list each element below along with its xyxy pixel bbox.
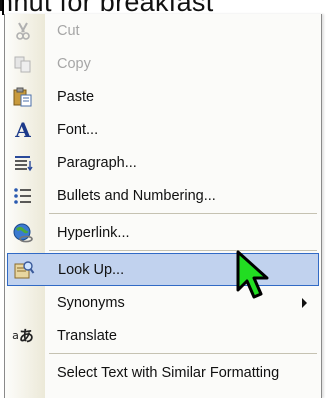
- menu-item-copy[interactable]: Copy: [7, 47, 319, 80]
- menu-item-font[interactable]: A Font...: [7, 113, 319, 146]
- text-caret: [2, 0, 4, 15]
- lookup-icon: [12, 258, 36, 282]
- menu-item-label: Bullets and Numbering...: [57, 187, 216, 204]
- menu-item-label: Hyperlink...: [57, 224, 130, 241]
- menu-item-label: Copy: [57, 55, 91, 72]
- menu-item-label: Paste: [57, 88, 95, 105]
- menu-separator: [49, 213, 317, 214]
- menu-item-select-similar-formatting[interactable]: Select Text with Similar Formatting: [7, 356, 319, 389]
- menu-item-translate[interactable]: aあ Translate: [7, 319, 319, 352]
- hyperlink-icon: [11, 221, 35, 245]
- menu-item-bullets-numbering[interactable]: Bullets and Numbering...: [7, 179, 319, 212]
- bullets-icon: [11, 184, 35, 208]
- font-icon: A: [15, 117, 31, 142]
- menu-item-hyperlink[interactable]: Hyperlink...: [7, 216, 319, 249]
- paste-icon: [11, 85, 35, 109]
- menu-item-paragraph[interactable]: Paragraph...: [7, 146, 319, 179]
- menu-item-cut[interactable]: Cut: [7, 14, 319, 47]
- mouse-cursor-icon: [235, 250, 279, 307]
- menu-item-label: Font...: [57, 121, 99, 138]
- menu-separator: [49, 353, 317, 354]
- paragraph-icon: [11, 151, 35, 175]
- context-menu: Cut Copy Paste A Font... Paragraph... Bu…: [4, 14, 322, 398]
- menu-item-label: Synonyms: [57, 294, 125, 311]
- menu-item-label: Paragraph...: [57, 154, 137, 171]
- scissors-icon: [11, 19, 35, 43]
- submenu-arrow-icon: [302, 297, 307, 308]
- menu-item-paste[interactable]: Paste: [7, 80, 319, 113]
- menu-item-label: Cut: [57, 22, 80, 39]
- translate-icon: aあ: [12, 327, 34, 345]
- copy-icon: [11, 52, 35, 76]
- menu-item-label: Look Up...: [58, 261, 125, 278]
- menu-item-label: Translate: [57, 327, 117, 344]
- menu-item-label: Select Text with Similar Formatting: [57, 364, 280, 381]
